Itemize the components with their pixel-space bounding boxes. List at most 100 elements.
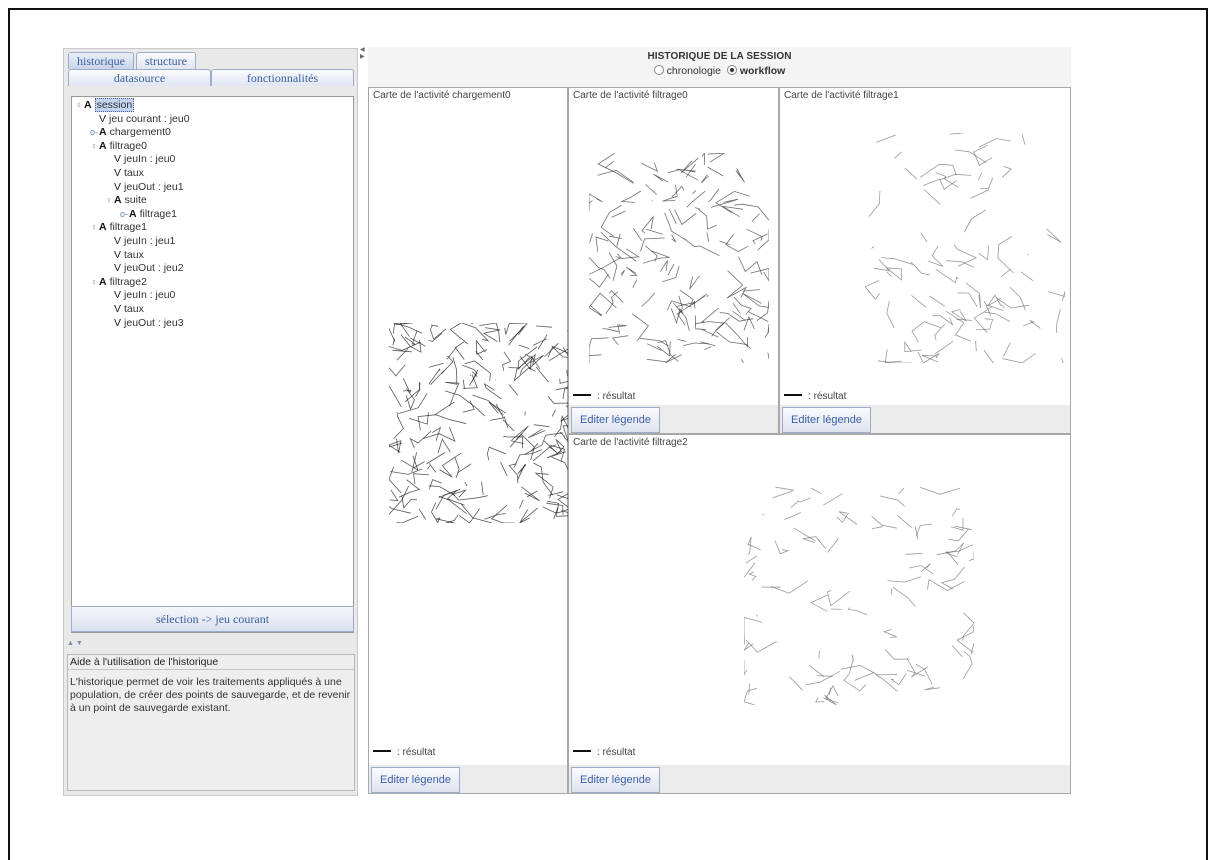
collapsed-node-icon[interactable]: o- (119, 208, 129, 221)
tree-node[interactable]: o-A chargement0 (72, 126, 353, 140)
expanded-node-icon[interactable]: ♀ (74, 99, 84, 112)
legend-line-icon (573, 750, 591, 752)
edit-legend-button[interactable]: Editer légende (571, 767, 660, 793)
activity-kind-badge: A (129, 207, 137, 220)
activity-kind-badge: A (84, 99, 92, 111)
history-tree[interactable]: ♀ Asession Vjeu courant : jeu0 o-A chargemen… (71, 96, 354, 633)
splitter-handle[interactable]: ◀ ▶ (360, 47, 366, 61)
map-legend: : résultat (573, 391, 635, 402)
panel-footer: Editer légende (569, 765, 1070, 793)
tree-node[interactable]: VjeuIn : jeu1 (72, 235, 353, 249)
panel-footer: Editer légende (780, 405, 1070, 433)
tree-node-label: suite (124, 194, 147, 207)
tree-node-label: taux (124, 166, 144, 179)
edit-legend-button[interactable]: Editer légende (371, 767, 460, 793)
activity-kind-badge: A (99, 139, 107, 152)
tree-node[interactable]: Vtaux (72, 167, 353, 181)
left-panel: historique structure datasource fonction… (63, 48, 358, 796)
expanded-node-icon[interactable]: ♀ (89, 221, 99, 234)
tree-node[interactable]: ♀ Asession (72, 98, 353, 113)
tree-node[interactable]: o-A filtrage1 (72, 208, 353, 222)
variable-kind-badge: V (114, 234, 122, 247)
map-panel-filtrage2: Carte de l'activité filtrage2 : résultat… (568, 434, 1071, 794)
expanded-node-icon[interactable]: ♀ (104, 194, 114, 207)
tree-node[interactable]: ♀ Afiltrage2 (72, 276, 353, 290)
tab-fonctionnalites[interactable]: fonctionnalités (211, 69, 354, 86)
session-history-area: HISTORIQUE DE LA SESSION chronologie wor… (368, 47, 1071, 794)
expanded-node-icon[interactable]: ♀ (89, 276, 99, 289)
tree-node-label: jeuOut : jeu3 (124, 316, 184, 329)
tree-node[interactable]: ♀ Afiltrage0 (72, 140, 353, 154)
variable-kind-badge: V (114, 166, 122, 179)
variable-kind-badge: V (114, 289, 122, 302)
radio-on-icon (726, 65, 737, 75)
variable-kind-badge: V (99, 112, 107, 125)
session-title: HISTORIQUE DE LA SESSION (647, 51, 792, 62)
tab-historique[interactable]: historique (68, 52, 134, 69)
panel-title: Carte de l'activité filtrage2 (573, 437, 688, 448)
bottom-tab-row: datasource fonctionnalités (68, 69, 354, 87)
tree-node-label: taux (124, 302, 144, 315)
tree-node-label: session (94, 98, 135, 112)
edit-legend-button[interactable]: Editer légende (571, 407, 660, 433)
tree-node[interactable]: Vtaux (72, 303, 353, 317)
top-tab-row: historique structure (68, 52, 196, 69)
expanded-node-icon[interactable]: ♀ (89, 140, 99, 153)
activity-kind-badge: A (99, 221, 107, 234)
map-chargement0[interactable] (389, 323, 579, 523)
panel-footer: Editer légende (569, 405, 778, 433)
activity-kind-badge: A (99, 275, 107, 288)
tree-node[interactable]: VjeuOut : jeu3 (72, 317, 353, 331)
panel-title: Carte de l'activité filtrage0 (573, 90, 688, 101)
tree-node-label: jeuIn : jeu1 (124, 234, 176, 247)
session-header: HISTORIQUE DE LA SESSION chronologie wor… (368, 47, 1071, 86)
tree-node-label: filtrage1 (139, 207, 177, 220)
tab-datasource[interactable]: datasource (68, 69, 211, 86)
tree-node-label: filtrage1 (109, 221, 147, 234)
tree-node[interactable]: ♀ Afiltrage1 (72, 221, 353, 235)
map-legend: : résultat (573, 747, 635, 758)
radio-chronologie[interactable]: chronologie (653, 65, 721, 77)
variable-kind-badge: V (114, 302, 122, 315)
tree-node[interactable]: Vjeu courant : jeu0 (72, 113, 353, 127)
variable-kind-badge: V (114, 262, 122, 275)
tree-node-label: filtrage0 (109, 139, 147, 152)
panel-footer: Editer légende (369, 765, 567, 793)
tree-node[interactable]: VjeuIn : jeu0 (72, 153, 353, 167)
tree-node-label: jeu courant : jeu0 (109, 112, 190, 125)
tab-structure[interactable]: structure (136, 52, 196, 69)
variable-kind-badge: V (114, 316, 122, 329)
tree-node-label: jeuOut : jeu1 (124, 180, 184, 193)
map-filtrage1[interactable] (865, 133, 1065, 363)
tree-node[interactable]: VjeuOut : jeu1 (72, 181, 353, 195)
tree-node[interactable]: ♀ Asuite (72, 194, 353, 208)
split-pane-divider[interactable]: ▲ ▼ (64, 640, 360, 648)
selection-to-current-button[interactable]: sélection -> jeu courant (71, 606, 354, 632)
tree-node-label: chargement0 (109, 126, 171, 139)
radio-off-icon (653, 65, 664, 75)
variable-kind-badge: V (114, 180, 122, 193)
tree-node[interactable]: VjeuIn : jeu0 (72, 289, 353, 303)
panel-title: Carte de l'activité filtrage1 (784, 90, 899, 101)
activity-kind-badge: A (114, 194, 122, 207)
map-legend: : résultat (373, 747, 435, 758)
tree-node-label: jeuIn : jeu0 (124, 153, 176, 166)
variable-kind-badge: V (114, 153, 122, 166)
tree-node-label: jeuIn : jeu0 (124, 289, 176, 302)
legend-line-icon (573, 394, 591, 396)
tree-node-label: jeuOut : jeu2 (124, 262, 184, 275)
radio-workflow[interactable]: workflow (726, 65, 785, 77)
map-legend: : résultat (784, 391, 846, 402)
tree-node[interactable]: Vtaux (72, 249, 353, 263)
collapsed-node-icon[interactable]: o- (89, 126, 99, 139)
tree-node-label: filtrage2 (109, 275, 147, 288)
edit-legend-button[interactable]: Editer légende (782, 407, 871, 433)
view-mode-radio-group: chronologie workflow (368, 65, 1071, 77)
map-filtrage2[interactable] (744, 485, 974, 705)
map-panel-filtrage1: Carte de l'activité filtrage1 : résultat… (779, 87, 1071, 434)
map-filtrage0[interactable] (589, 153, 769, 363)
help-text: L'historique permet de voir les traiteme… (70, 676, 351, 714)
variable-kind-badge: V (114, 248, 122, 261)
panel-title: Carte de l'activité chargement0 (373, 90, 511, 101)
tree-node[interactable]: VjeuOut : jeu2 (72, 262, 353, 276)
